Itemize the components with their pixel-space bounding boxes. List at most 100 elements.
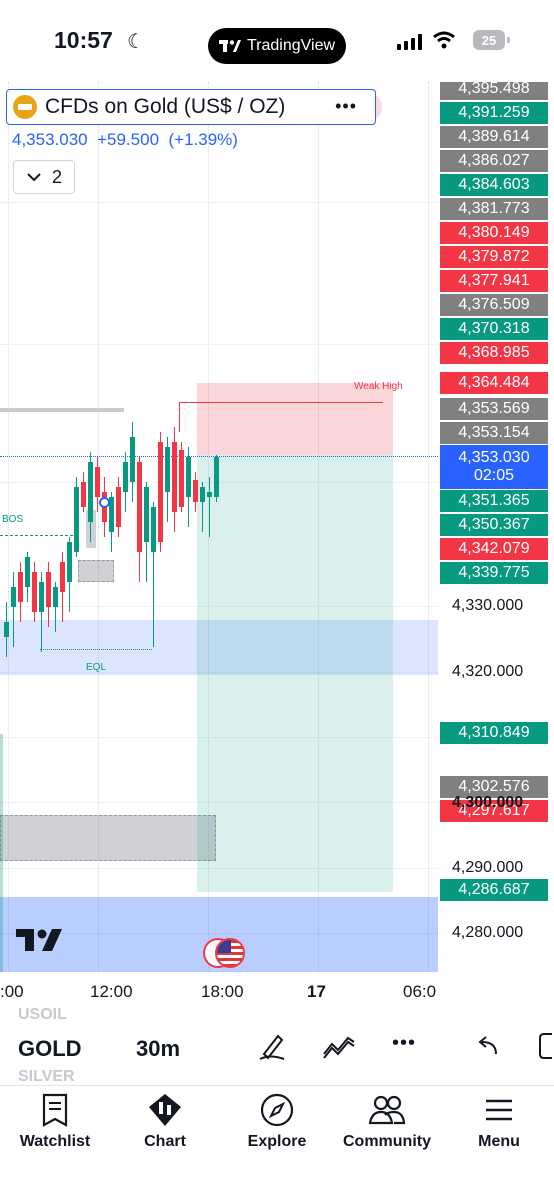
price-change-pct: (+1.39%): [168, 130, 238, 149]
candle-body[interactable]: [123, 462, 128, 492]
candle-body[interactable]: [46, 572, 51, 607]
current-price-value: 4,353.030: [458, 449, 530, 466]
battery-nub: [507, 37, 510, 43]
bos-label: BOS: [2, 514, 24, 525]
candle-body[interactable]: [67, 542, 72, 582]
candle-body[interactable]: [207, 492, 212, 497]
price-label: 4,384.603: [440, 174, 548, 196]
price-label: 4,353.569: [440, 398, 548, 420]
time-axis[interactable]: :00 12:00 18:00 17 06:0: [0, 972, 438, 1010]
current-price-line: [0, 456, 438, 457]
moon-icon: ☾: [127, 31, 145, 53]
chart-area[interactable]: BOS EQL Weak High 4,395.498 4,391.259 4,38…: [0, 82, 554, 1010]
candle-body[interactable]: [179, 450, 184, 507]
last-price: 4,353.030: [12, 130, 88, 149]
price-scale[interactable]: 4,395.498 4,391.259 4,389.614 4,386.027 4,38…: [438, 82, 554, 972]
price-change: +59.500: [97, 130, 160, 149]
candle-body[interactable]: [81, 482, 86, 507]
us-flag-icon[interactable]: [203, 938, 247, 968]
price-label: 4,310.849: [440, 722, 548, 744]
candle-body[interactable]: [172, 442, 177, 512]
price-label: 4,286.687: [440, 879, 548, 901]
cursor-marker[interactable]: [99, 497, 110, 508]
candle-body[interactable]: [116, 487, 121, 527]
bos-line: [0, 535, 78, 536]
candle-body[interactable]: [25, 557, 30, 587]
more-tools-icon[interactable]: •••: [392, 1032, 416, 1055]
app-indicator[interactable]: TradingView: [208, 28, 346, 64]
price-label: 4,377.941: [440, 270, 548, 292]
chart-plot[interactable]: BOS EQL Weak High: [0, 82, 438, 972]
candle-body[interactable]: [88, 462, 93, 522]
legend-collapse-button[interactable]: 2: [13, 160, 75, 194]
candle-body[interactable]: [11, 587, 16, 607]
symbol-price-line: 4,353.030 +59.500 (+1.39%): [12, 130, 238, 150]
price-label: 4,339.775: [440, 562, 548, 584]
price-label: 4,364.484: [440, 372, 548, 394]
price-label: 4,381.773: [440, 198, 548, 220]
nav-chart[interactable]: Chart: [110, 1093, 220, 1151]
candle-body[interactable]: [151, 507, 156, 552]
drawing-pen-icon[interactable]: [256, 1030, 288, 1062]
time-label: 12:00: [90, 982, 133, 1001]
nav-label: Chart: [144, 1133, 186, 1150]
grid-line: [0, 344, 438, 345]
nav-explore[interactable]: Explore: [222, 1093, 332, 1151]
indicators-icon[interactable]: [322, 1030, 356, 1062]
nav-community[interactable]: Community: [332, 1093, 442, 1151]
candle-body[interactable]: [193, 480, 198, 502]
symbol-next[interactable]: SILVER: [18, 1068, 75, 1086]
interval-button[interactable]: 30m: [136, 1036, 180, 1062]
stop-loss-zone[interactable]: [197, 383, 393, 455]
candle-body[interactable]: [186, 457, 191, 497]
candle-body[interactable]: [165, 447, 170, 492]
candle-body[interactable]: [60, 562, 65, 592]
symbol-switcher[interactable]: GOLD: [18, 1036, 82, 1062]
candle-body[interactable]: [18, 572, 23, 602]
candle-body[interactable]: [53, 587, 58, 607]
symbol-prev[interactable]: USOIL: [18, 1006, 67, 1024]
symbol-legend[interactable]: CFDs on Gold (US$ / OZ) •••: [6, 89, 376, 125]
candle-body[interactable]: [39, 582, 44, 612]
candle-body[interactable]: [32, 572, 37, 612]
candle-body[interactable]: [214, 457, 219, 497]
app-name: TradingView: [246, 37, 336, 54]
indicator-count: 2: [51, 166, 62, 187]
nav-watchlist[interactable]: Watchlist: [0, 1093, 110, 1151]
bottom-nav: Watchlist Chart Explore Community Menu: [0, 1087, 554, 1200]
green-strip-left: [0, 734, 3, 972]
axis-price-4300: 4,300.000: [452, 794, 524, 811]
battery-icon: 25: [473, 30, 505, 50]
candle-body[interactable]: [95, 467, 100, 497]
grey-level-top: [0, 408, 124, 412]
nav-label: Watchlist: [19, 1133, 91, 1150]
price-label: 4,342.079: [440, 538, 548, 560]
candle-body[interactable]: [144, 487, 149, 542]
take-profit-zone[interactable]: [197, 455, 393, 892]
candle-body[interactable]: [74, 487, 79, 552]
grid-line: [0, 202, 438, 203]
price-label: 4,380.149: [440, 222, 548, 244]
price-label: 4,370.318: [440, 318, 548, 340]
bar-countdown: 02:05: [473, 467, 515, 484]
fullscreen-icon[interactable]: [536, 1030, 554, 1062]
gold-symbol-icon: [13, 95, 37, 119]
candle-body[interactable]: [158, 442, 163, 542]
nav-menu[interactable]: Menu: [444, 1093, 554, 1151]
more-options-icon[interactable]: •••: [335, 96, 357, 117]
status-bar: 10:57 ☾ TradingView 25: [0, 0, 554, 82]
hamburger-icon: [486, 1099, 512, 1121]
candle-body[interactable]: [130, 437, 135, 482]
price-label: 4,353.154: [440, 422, 548, 444]
candle-body[interactable]: [137, 462, 142, 552]
grey-block-small[interactable]: [78, 560, 114, 582]
undo-icon[interactable]: [474, 1030, 500, 1062]
axis-price-4290: 4,290.000: [452, 859, 524, 876]
time-label: 06:0: [403, 982, 437, 1001]
candle-body[interactable]: [4, 622, 9, 637]
grey-block-left[interactable]: [0, 815, 216, 861]
battery-level: 25: [481, 32, 497, 48]
candle-body[interactable]: [200, 487, 205, 502]
grid-line: [428, 82, 429, 972]
axis-price-4330: 4,330.000: [452, 597, 524, 614]
